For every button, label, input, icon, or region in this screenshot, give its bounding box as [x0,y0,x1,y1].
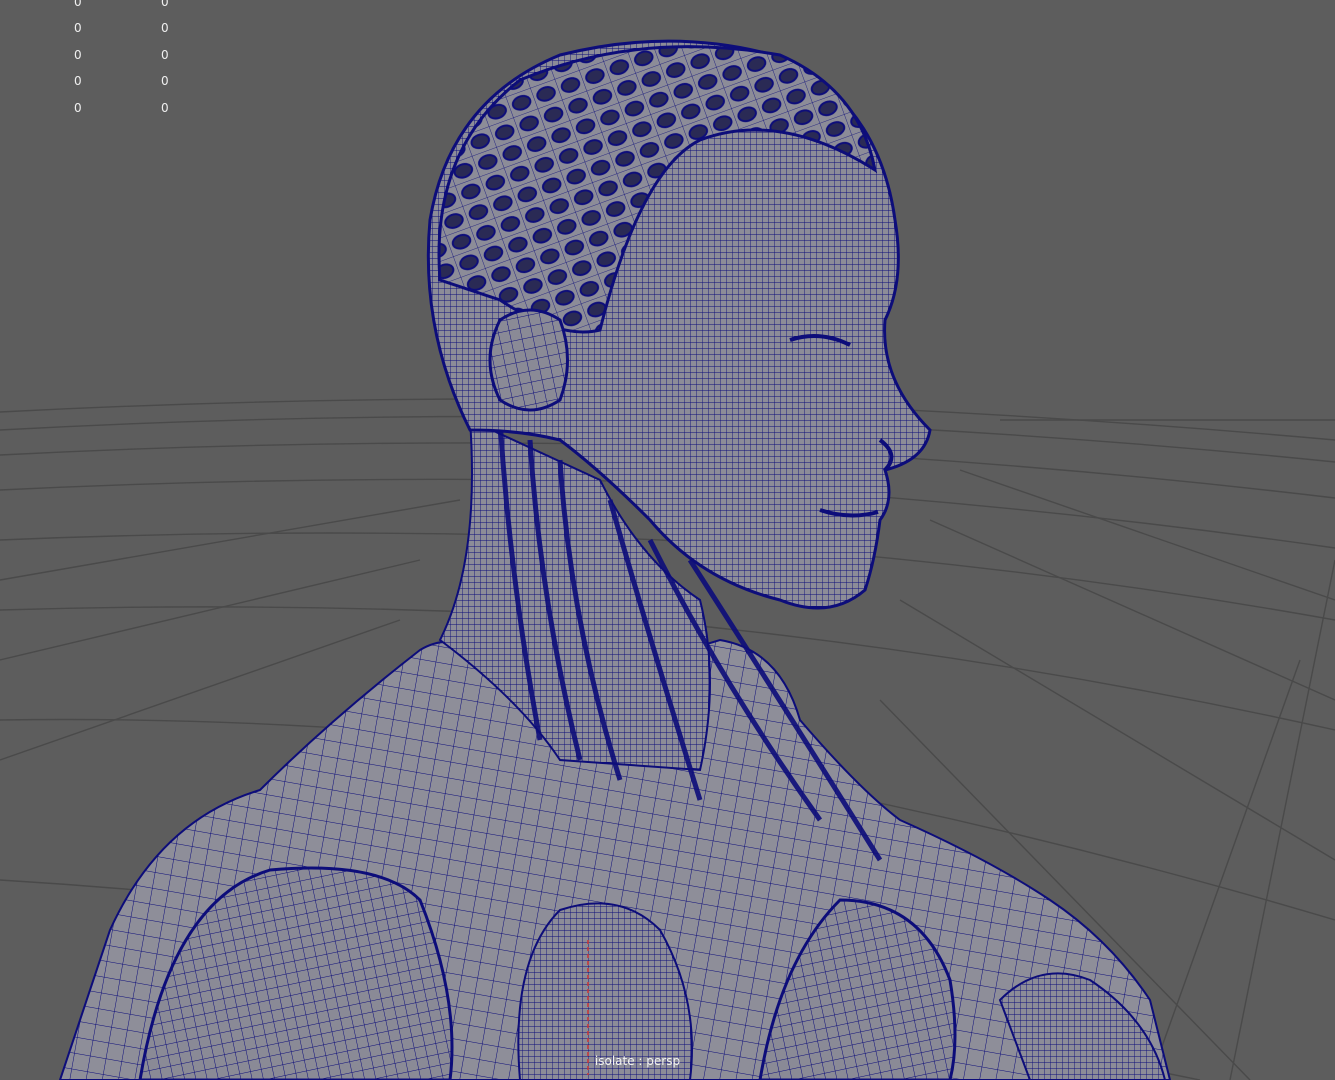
hud-row: 0 0 [0,0,200,10]
hud-value: 0 [74,21,82,35]
hud-value: 0 [74,0,82,9]
hud-value: 0 [161,74,169,88]
hud-value: 0 [161,101,169,115]
hud-value: 0 [161,48,169,62]
hud-value: 0 [161,0,169,9]
scene-canvas[interactable] [0,0,1335,1080]
hud-value: 0 [161,21,169,35]
camera-panel-label: isolate : persp [0,1053,1335,1069]
hud-value: 0 [74,74,82,88]
hud-value: 0 [74,48,82,62]
maya-perspective-viewport[interactable]: 0 0 0 0 0 0 0 0 0 0 isolate : persp [0,0,1335,1080]
heads-up-display: 0 0 0 0 0 0 0 0 0 0 [0,0,220,120]
hud-value: 0 [74,101,82,115]
hud-row: 0 0 [0,47,200,63]
hud-row: 0 0 [0,100,200,116]
hud-row: 0 0 [0,73,200,89]
hud-row: 0 0 [0,20,200,36]
camera-label-text: isolate : persp [594,1054,681,1068]
